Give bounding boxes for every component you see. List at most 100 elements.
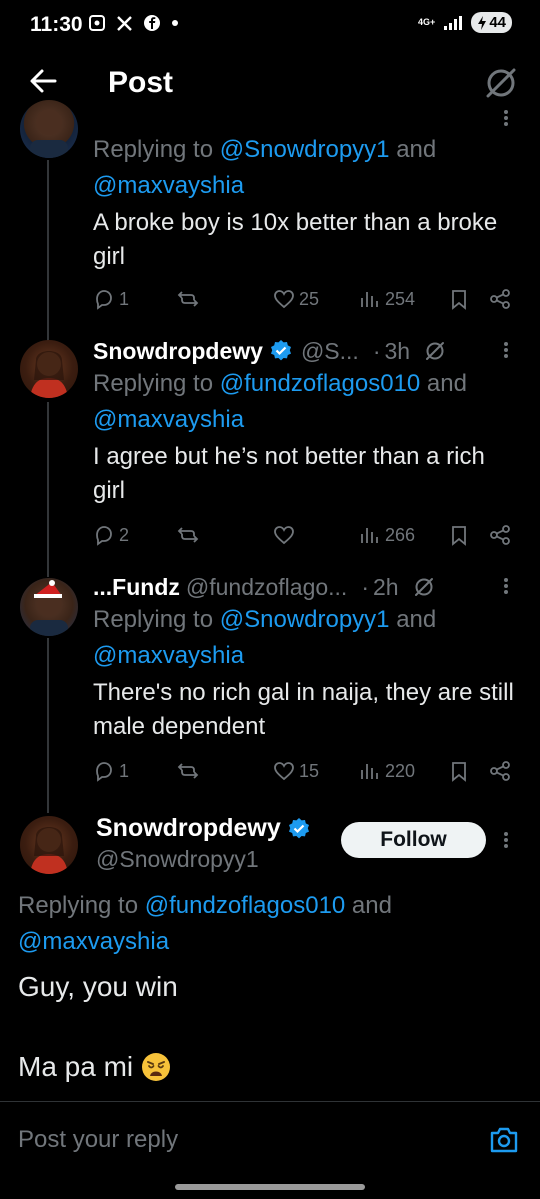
like-button[interactable]: 25 xyxy=(273,288,319,310)
home-indicator[interactable] xyxy=(175,1184,365,1190)
bookmark-icon xyxy=(452,290,466,310)
tweet-actions: 1 25 254 xyxy=(93,284,516,314)
bookmark-icon xyxy=(452,526,466,546)
tweet-text-line2: Ma pa mi xyxy=(18,1048,171,1086)
weary-face-emoji-icon xyxy=(142,1053,171,1081)
reply-button[interactable]: 1 xyxy=(93,760,129,782)
replying-to: Replying to @fundzoflagos010 and @maxvay… xyxy=(18,888,518,960)
author-name[interactable]: ...Fundz xyxy=(93,574,180,601)
and-label: and xyxy=(389,136,437,163)
page-title: Post xyxy=(108,66,174,99)
replying-label: Replying to xyxy=(93,136,220,163)
bookmark-icon xyxy=(452,762,466,782)
camera-icon[interactable] xyxy=(488,1124,520,1156)
mention-link[interactable]: @maxvayshia xyxy=(93,642,244,669)
tweet-actions: 2 266 xyxy=(93,520,516,550)
views-button[interactable]: 254 xyxy=(359,288,415,310)
share-button[interactable] xyxy=(489,288,511,310)
battery-indicator: 44 xyxy=(471,12,512,33)
views-button[interactable]: 220 xyxy=(359,760,415,782)
x-logo-icon xyxy=(117,15,132,31)
bookmark-button[interactable] xyxy=(448,288,470,310)
timestamp: 3h xyxy=(384,337,411,364)
like-button[interactable] xyxy=(273,524,299,546)
mention-link[interactable]: @maxvayshia xyxy=(18,928,169,955)
mention-link[interactable]: @fundzoflagos010 xyxy=(145,892,346,919)
more-options-icon[interactable] xyxy=(496,830,516,850)
tweet-text: A broke boy is 10x better than a broke g… xyxy=(93,209,498,270)
heart-icon xyxy=(274,762,294,781)
more-options-icon[interactable] xyxy=(496,576,516,596)
facebook-icon xyxy=(144,15,160,31)
more-options-icon[interactable] xyxy=(496,340,516,360)
repost-button[interactable] xyxy=(177,760,199,782)
dot-indicator-icon xyxy=(172,20,178,26)
view-count: 254 xyxy=(385,288,416,309)
status-bar: 11:30 4G+ 44 xyxy=(0,0,540,52)
replying-label: Replying to xyxy=(18,892,145,919)
replying-to: Replying to @Snowdropyy1 and @maxvayshia xyxy=(93,602,516,674)
status-right: 4G+ 44 xyxy=(418,12,512,33)
grok-icon[interactable] xyxy=(424,340,446,362)
views-button[interactable]: 266 xyxy=(359,524,415,546)
network-label: 4G+ xyxy=(418,17,436,27)
share-icon xyxy=(490,289,510,309)
avatar[interactable] xyxy=(20,816,78,874)
share-button[interactable] xyxy=(489,760,511,782)
author-handle[interactable]: @S... xyxy=(301,338,359,365)
tweet-text: There's no rich gal in naija, they are s… xyxy=(93,679,514,740)
tweet-meta: ...Fundz @fundzoflago... · 2h xyxy=(93,572,516,602)
repost-button[interactable] xyxy=(177,288,199,310)
grok-icon[interactable] xyxy=(484,66,518,100)
author-name[interactable]: Snowdropdewy xyxy=(93,338,263,365)
avatar[interactable] xyxy=(20,100,78,158)
tweet-meta: Snowdropdewy @S... · 3h xyxy=(93,336,516,366)
replying-to: Replying to @fundzoflagos010 and @maxvay… xyxy=(93,366,516,438)
battery-level: 44 xyxy=(489,14,506,31)
and-label: and xyxy=(389,606,437,633)
reply-input[interactable]: Post your reply xyxy=(18,1126,178,1154)
repost-icon xyxy=(177,291,199,307)
author-handle[interactable]: @Snowdropyy1 xyxy=(96,846,259,873)
author-handle[interactable]: @fundzoflago... xyxy=(186,574,347,601)
grok-icon[interactable] xyxy=(413,576,435,598)
status-time: 11:30 xyxy=(30,13,83,36)
charging-icon xyxy=(478,15,487,30)
more-options-icon[interactable] xyxy=(496,108,516,128)
reply-composer[interactable]: Post your reply xyxy=(0,1102,540,1178)
follow-button[interactable]: Follow xyxy=(341,822,486,858)
repost-button[interactable] xyxy=(177,524,199,546)
view-count: 220 xyxy=(385,760,416,781)
like-button[interactable]: 15 xyxy=(273,760,319,782)
reply-icon xyxy=(96,290,112,310)
mention-link[interactable]: @Snowdropyy1 xyxy=(220,606,390,633)
heart-icon xyxy=(274,526,294,545)
author-name-row: Snowdropdewy xyxy=(96,814,311,843)
like-count: 25 xyxy=(299,288,320,309)
like-count: 15 xyxy=(299,760,320,781)
reply-count: 2 xyxy=(119,524,130,545)
author-name[interactable]: Snowdropdewy xyxy=(96,814,281,843)
views-icon xyxy=(361,528,378,543)
bookmark-button[interactable] xyxy=(448,524,470,546)
avatar[interactable] xyxy=(20,578,78,636)
repost-icon xyxy=(177,527,199,543)
notification-icons xyxy=(88,14,179,32)
share-button[interactable] xyxy=(489,524,511,546)
mention-link[interactable]: @maxvayshia xyxy=(93,406,244,433)
back-arrow-icon[interactable] xyxy=(28,66,58,96)
mention-link[interactable]: @Snowdropyy1 xyxy=(220,136,390,163)
thread-line xyxy=(47,160,49,342)
thread-line xyxy=(47,638,49,813)
reply-button[interactable]: 1 xyxy=(93,288,129,310)
thread-line xyxy=(47,402,49,577)
views-icon xyxy=(361,292,378,307)
verified-badge-icon xyxy=(270,340,291,361)
mention-link[interactable]: @fundzoflagos010 xyxy=(220,370,421,397)
heart-icon xyxy=(274,290,294,309)
reply-button[interactable]: 2 xyxy=(93,524,129,546)
avatar[interactable] xyxy=(20,340,78,398)
bookmark-button[interactable] xyxy=(448,760,470,782)
mention-link[interactable]: @maxvayshia xyxy=(93,172,244,199)
reply-icon xyxy=(96,762,112,782)
